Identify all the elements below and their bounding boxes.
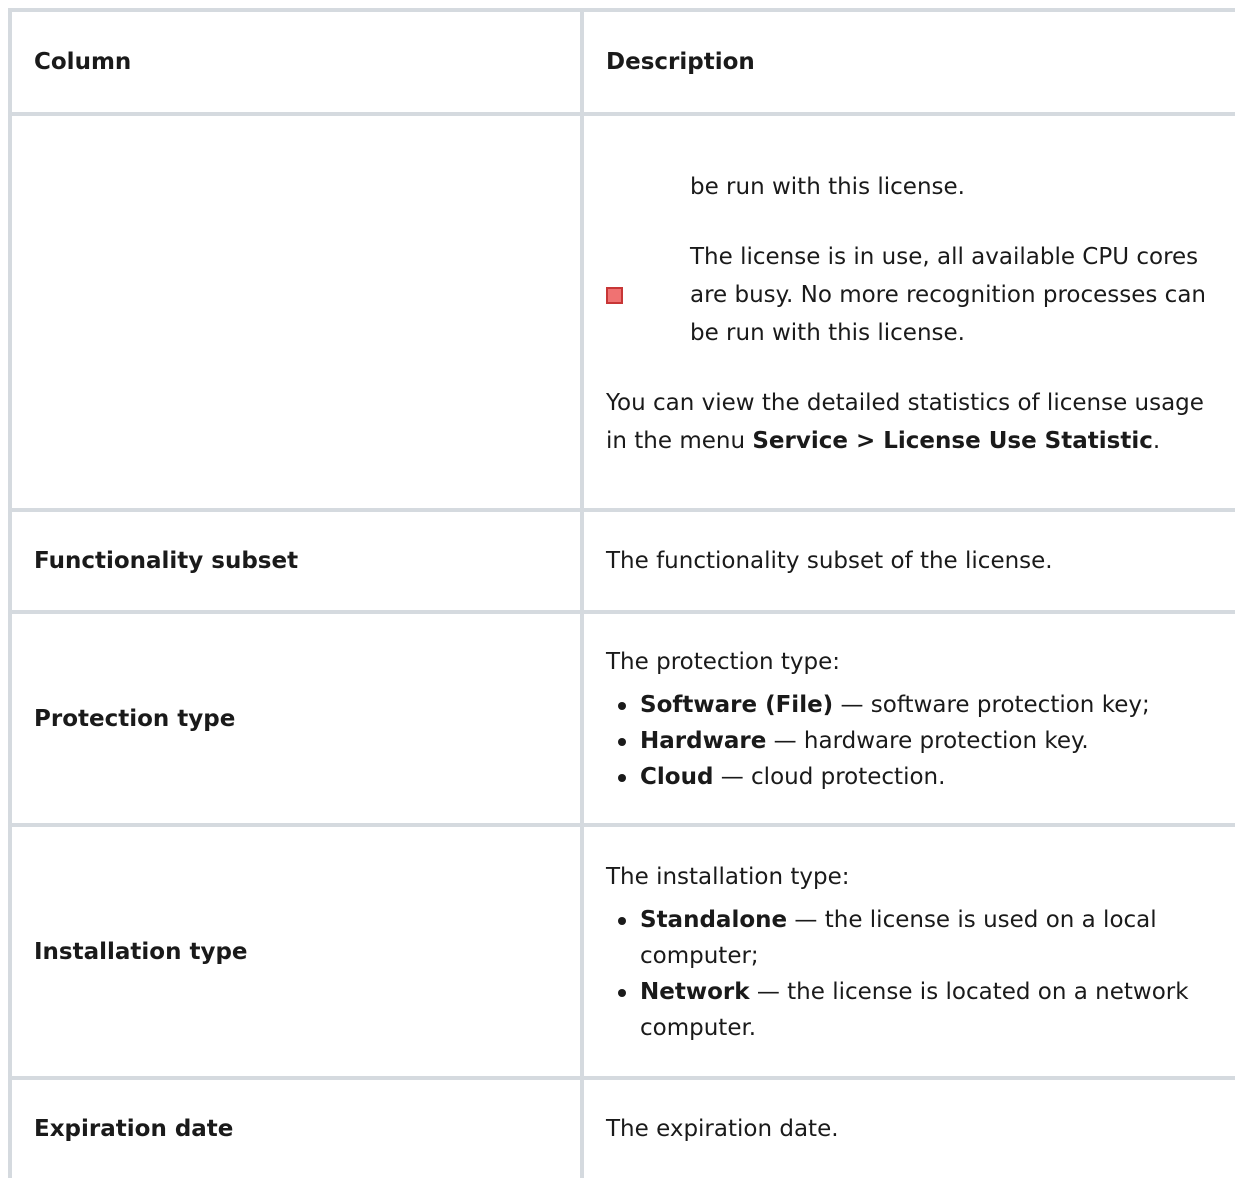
list-item: Network — the license is located on a ne…	[618, 974, 1213, 1046]
list-term: Hardware	[640, 727, 767, 754]
list-item: Cloud — cloud protection.	[618, 759, 1213, 795]
row-name: Expiration date	[8, 1076, 584, 1178]
table-row: Protection type The protection type: Sof…	[8, 610, 1235, 827]
list-text: — cloud protection.	[713, 763, 946, 790]
row-description: The installation type: Standalone — the …	[580, 823, 1235, 1080]
red-square-icon	[606, 287, 623, 304]
table-row-license-status: be run with this license. The license is…	[8, 112, 1235, 512]
list-term: Standalone	[640, 906, 788, 933]
list-term: Software (File)	[640, 691, 834, 718]
status-busy-item: The license is in use, all available CPU…	[606, 238, 1213, 352]
statistics-note: You can view the detailed statistics of …	[606, 384, 1213, 460]
list-text: — software protection key;	[833, 691, 1150, 718]
status-name-cell	[8, 112, 584, 512]
bullet-list: Standalone — the license is used on a lo…	[606, 902, 1213, 1046]
row-description: The expiration date.	[580, 1076, 1235, 1178]
list-term: Network	[640, 978, 750, 1005]
list-intro: The installation type:	[606, 863, 850, 890]
list-item: Hardware — hardware protection key.	[618, 723, 1213, 759]
description-header: Description	[580, 8, 1235, 116]
column-header: Column	[8, 8, 584, 116]
statistics-note-suffix: .	[1152, 428, 1161, 454]
list-text: — hardware protection key.	[766, 727, 1089, 754]
menu-path: Service > License Use Statistic	[752, 428, 1153, 454]
status-tail-text: be run with this license.	[690, 174, 965, 200]
list-intro: The protection type:	[606, 648, 841, 675]
list-item: Standalone — the license is used on a lo…	[618, 902, 1213, 974]
status-busy-text: The license is in use, all available CPU…	[690, 244, 1206, 346]
list-term: Cloud	[640, 763, 714, 790]
table-header-row: Column Description	[8, 8, 1235, 116]
list-item: Software (File) — software protection ke…	[618, 687, 1213, 723]
license-columns-table: Column Description be run with this lice…	[8, 8, 1235, 1178]
table-row: Functionality subset The functionality s…	[8, 508, 1235, 614]
bullet-list: Software (File) — software protection ke…	[606, 687, 1213, 795]
status-description-cell: be run with this license. The license is…	[580, 112, 1235, 512]
description-text: The expiration date.	[606, 1116, 839, 1142]
table-row: Installation type The installation type:…	[8, 823, 1235, 1080]
row-name: Protection type	[8, 610, 584, 827]
description-text: The functionality subset of the license.	[606, 548, 1053, 574]
row-name: Installation type	[8, 823, 584, 1080]
row-description: The functionality subset of the license.	[580, 508, 1235, 614]
table-row: Expiration date The expiration date.	[8, 1076, 1235, 1178]
row-name: Functionality subset	[8, 508, 584, 614]
row-description: The protection type: Software (File) — s…	[580, 610, 1235, 827]
